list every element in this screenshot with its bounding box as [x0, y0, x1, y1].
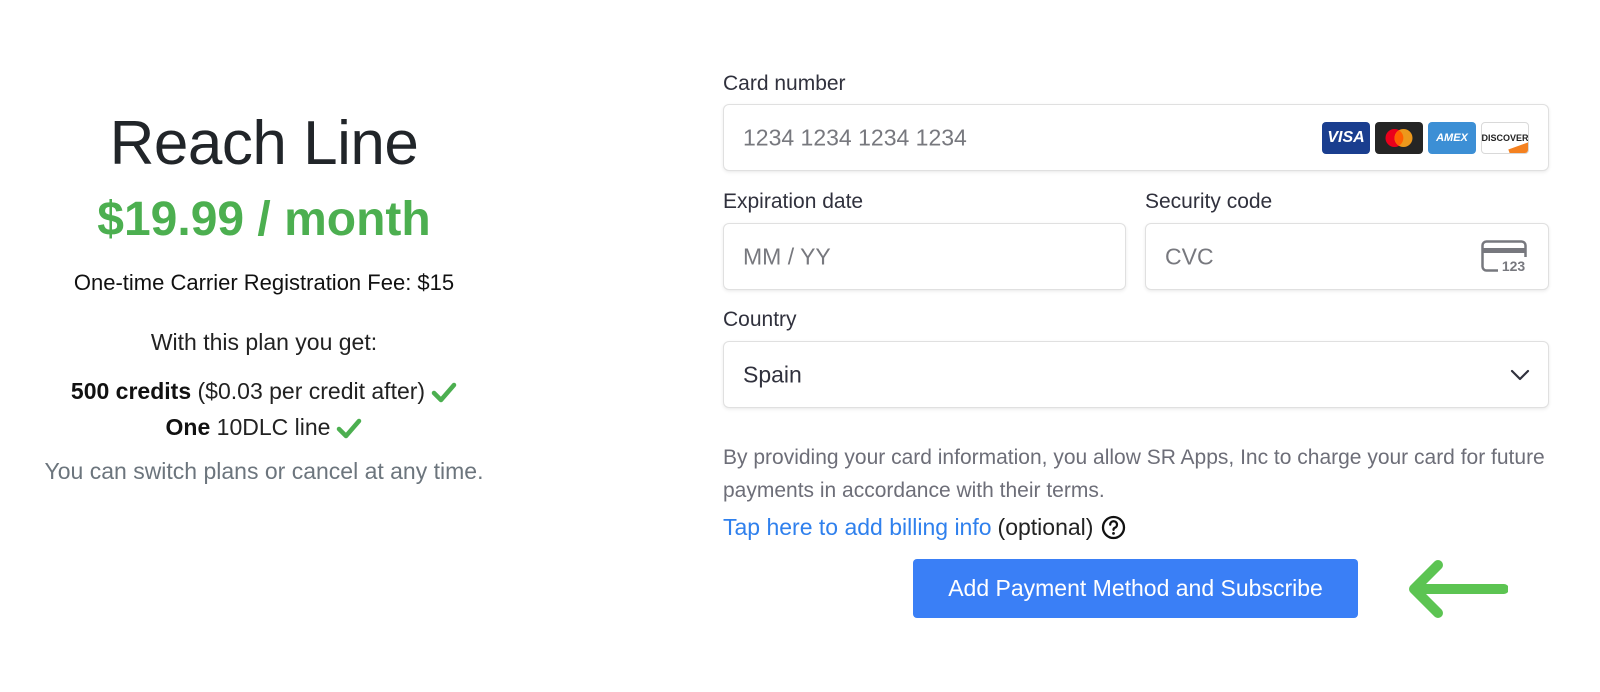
plan-intro: With this plan you get: [150, 329, 378, 355]
chevron-down-icon [1510, 369, 1530, 380]
feature-line-text: 10DLC line [210, 414, 331, 440]
country-label: Country [723, 308, 797, 331]
feature-credits-text: ($0.03 per credit after) [191, 378, 426, 404]
question-circle-icon[interactable] [1101, 515, 1126, 540]
svg-text:123: 123 [1502, 258, 1526, 274]
add-billing-info-link[interactable]: Tap here to add billing info [723, 514, 992, 541]
billing-info-row: Tap here to add billing info (optional) [723, 514, 1126, 541]
add-payment-subscribe-button[interactable]: Add Payment Method and Subscribe [913, 559, 1358, 618]
plan-title: Reach Line [109, 109, 419, 178]
check-icon [337, 418, 362, 438]
amex-icon: AMEX [1428, 121, 1476, 154]
country-select[interactable]: Spain [723, 341, 1549, 408]
security-code-label: Security code [1145, 190, 1273, 213]
card-number-input[interactable]: 1234 1234 1234 1234 VISA AMEX DISCOVER [723, 104, 1549, 171]
security-code-input[interactable]: CVC 123 [1145, 223, 1549, 290]
legal-disclaimer: By providing your card information, you … [723, 446, 1545, 502]
expiration-date-label: Expiration date [723, 190, 864, 213]
country-value: Spain [743, 361, 802, 387]
registration-fee: One-time Carrier Registration Fee: $15 [73, 270, 455, 295]
billing-optional-text: (optional) [997, 514, 1094, 540]
expiration-date-input[interactable]: MM / YY [723, 223, 1126, 290]
feature-credits-bold: 500 credits [70, 378, 192, 404]
check-icon [431, 382, 457, 402]
mastercard-icon [1375, 121, 1423, 154]
plan-note: You can switch plans or cancel at any ti… [44, 458, 484, 484]
feature-line-bold: One [165, 414, 211, 440]
feature-line: One 10DLC line [0, 414, 528, 441]
card-cvc-icon: 123 [1481, 239, 1529, 274]
feature-credits: 500 credits ($0.03 per credit after) [0, 378, 528, 405]
plan-price: $19.99 / month [97, 193, 431, 246]
discover-icon: DISCOVER [1481, 121, 1529, 154]
security-code-placeholder: CVC [1165, 243, 1214, 269]
card-number-label: Card number [723, 72, 846, 95]
card-brand-icons: VISA AMEX DISCOVER [1322, 121, 1529, 154]
arrow-left-icon [1409, 560, 1508, 618]
visa-icon: VISA [1322, 121, 1370, 154]
card-number-placeholder: 1234 1234 1234 1234 [743, 124, 967, 150]
expiration-date-placeholder: MM / YY [743, 243, 831, 269]
